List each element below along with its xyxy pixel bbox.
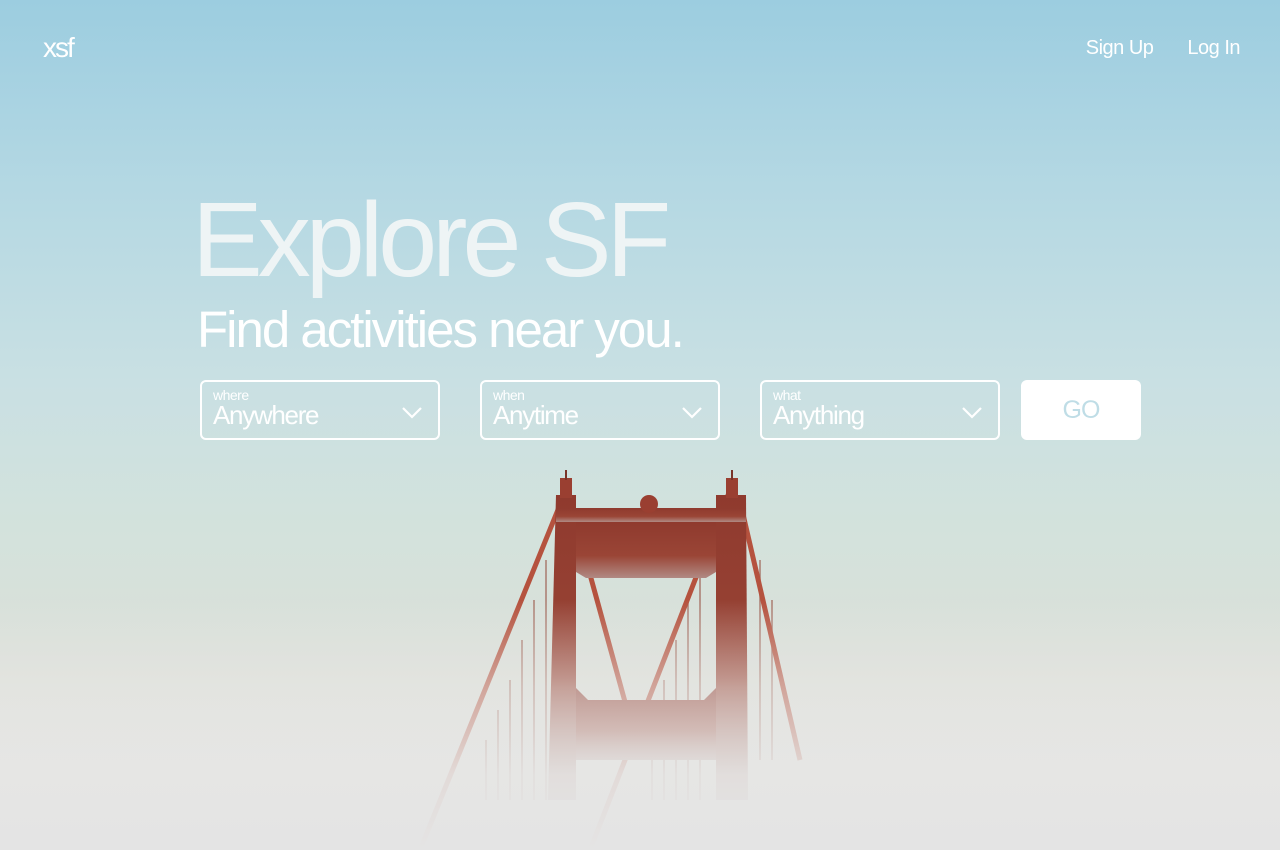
what-dropdown[interactable]: what Anything (760, 380, 1000, 440)
what-value: Anything (773, 400, 865, 430)
sign-up-link[interactable]: Sign Up (1086, 37, 1154, 60)
chevron-down-icon (682, 407, 702, 419)
when-dropdown[interactable]: when Anytime (480, 380, 720, 440)
chevron-down-icon (402, 407, 422, 419)
hero-subheadline: Find activities near you. (197, 301, 685, 358)
fog-overlay (0, 600, 1280, 850)
site-logo[interactable]: xsf (43, 32, 75, 64)
where-dropdown[interactable]: where Anywhere (200, 380, 440, 440)
go-button[interactable]: GO (1021, 380, 1141, 440)
log-in-link[interactable]: Log In (1187, 37, 1240, 60)
hero-headline: Explore SF (192, 181, 671, 299)
where-value: Anywhere (213, 400, 320, 430)
chevron-down-icon (962, 407, 982, 419)
top-nav: Sign Up Log In (1086, 37, 1241, 60)
when-value: Anytime (493, 400, 579, 430)
